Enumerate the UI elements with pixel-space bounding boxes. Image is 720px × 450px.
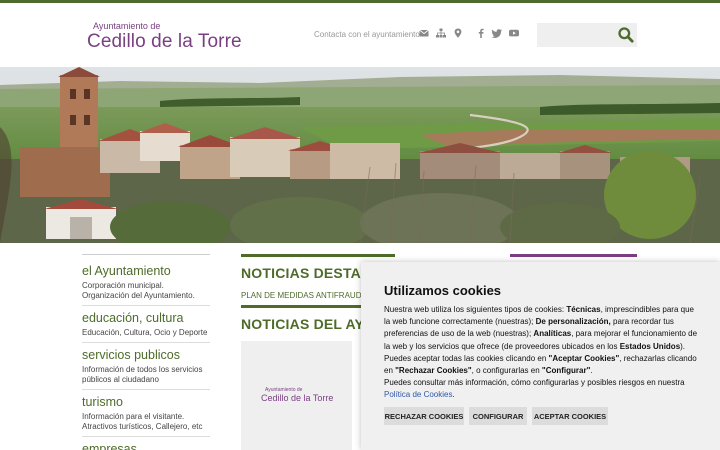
twitter-icon[interactable]: [491, 27, 503, 39]
sidebar-item-servicios[interactable]: servicios publicos Información de todos …: [82, 348, 210, 390]
sidebar-item-empresas[interactable]: empresas: [82, 442, 210, 450]
sidebar-item-title: servicios publicos: [82, 348, 180, 362]
news-card[interactable]: Ayuntamiento de Cedillo de la Torre: [241, 341, 352, 450]
sidebar-nav: el Ayuntamiento Corporación municipal. O…: [82, 254, 210, 450]
reject-cookies-button[interactable]: RECHAZAR COOKIES: [384, 407, 464, 425]
sidebar-divider: [82, 254, 210, 255]
sidebar-item-title: turismo: [82, 395, 123, 409]
sidebar-item-ayuntamiento[interactable]: el Ayuntamiento Corporación municipal. O…: [82, 264, 210, 306]
contact-link[interactable]: Contacta con el ayuntamiento: [314, 30, 420, 39]
youtube-icon[interactable]: [508, 27, 520, 39]
search-icon[interactable]: [617, 26, 635, 44]
logo-title: Cedillo de la Torre: [87, 31, 242, 52]
map-pin-icon[interactable]: [452, 27, 464, 39]
sitemap-icon[interactable]: [435, 27, 447, 39]
envelope-icon[interactable]: [418, 27, 430, 39]
sidebar-item-turismo[interactable]: turismo Información para el visitante. A…: [82, 395, 210, 437]
logo-subtitle: Ayuntamiento de: [93, 21, 161, 31]
cookie-consent-dialog: Utilizamos cookies Nuestra web utiliza l…: [361, 262, 720, 450]
cookie-description: Nuestra web utiliza los siguientes tipos…: [384, 305, 698, 400]
facebook-icon[interactable]: [475, 27, 487, 39]
search-box: [537, 23, 637, 47]
accept-cookies-button[interactable]: ACEPTAR COOKIES: [532, 407, 608, 425]
hero-village-image: [0, 67, 720, 243]
sidebar-item-title: educación, cultura: [82, 311, 184, 325]
card-logo-title: Cedillo de la Torre: [261, 393, 334, 403]
sidebar-item-desc: Educación, Cultura, Ocio y Deporte: [82, 328, 208, 337]
antifraud-plan-link[interactable]: PLAN DE MEDIDAS ANTIFRAUDE: [241, 291, 367, 300]
site-header: Ayuntamiento de Cedillo de la Torre Cont…: [0, 3, 720, 67]
purple-section-bar: [510, 254, 637, 257]
sidebar-item-desc: Información de todos los servicios públi…: [82, 365, 203, 384]
sidebar-item-title: empresas: [82, 442, 137, 450]
configure-cookies-button[interactable]: CONFIGURAR: [469, 407, 527, 425]
sidebar-item-desc: Información para el visitante. Atractivo…: [82, 412, 203, 431]
cookie-title: Utilizamos cookies: [384, 283, 502, 298]
sidebar-item-educacion[interactable]: educación, cultura Educación, Cultura, O…: [82, 311, 210, 343]
sidebar-item-title: el Ayuntamiento: [82, 264, 171, 278]
search-input[interactable]: [537, 23, 613, 47]
sidebar-item-desc: Corporación municipal. Organización del …: [82, 281, 195, 300]
featured-news-bar: [241, 254, 395, 257]
cookie-policy-link[interactable]: Política de Cookies: [384, 390, 452, 399]
